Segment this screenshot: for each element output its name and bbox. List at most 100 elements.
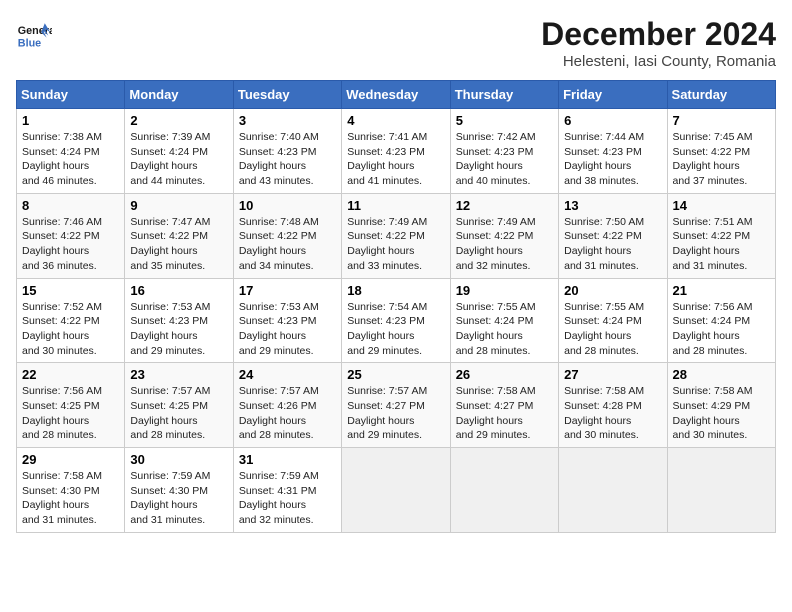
day-info: Sunrise: 7:54 AMSunset: 4:23 PMDaylight … — [347, 301, 427, 357]
day-info: Sunrise: 7:56 AMSunset: 4:24 PMDaylight … — [673, 301, 753, 357]
day-info: Sunrise: 7:55 AMSunset: 4:24 PMDaylight … — [456, 301, 536, 357]
day-info: Sunrise: 7:38 AMSunset: 4:24 PMDaylight … — [22, 131, 102, 187]
day-number: 19 — [456, 283, 553, 298]
day-info: Sunrise: 7:42 AMSunset: 4:23 PMDaylight … — [456, 131, 536, 187]
calendar-cell — [559, 448, 667, 533]
calendar-cell: 1 Sunrise: 7:38 AMSunset: 4:24 PMDayligh… — [17, 109, 125, 194]
day-number: 6 — [564, 113, 661, 128]
calendar-cell: 25 Sunrise: 7:57 AMSunset: 4:27 PMDaylig… — [342, 363, 450, 448]
day-number: 28 — [673, 367, 770, 382]
calendar-header-sunday: Sunday — [17, 81, 125, 109]
calendar-cell: 10 Sunrise: 7:48 AMSunset: 4:22 PMDaylig… — [233, 193, 341, 278]
calendar-week-row: 22 Sunrise: 7:56 AMSunset: 4:25 PMDaylig… — [17, 363, 776, 448]
calendar-cell: 22 Sunrise: 7:56 AMSunset: 4:25 PMDaylig… — [17, 363, 125, 448]
logo-icon: General Blue — [16, 16, 52, 52]
day-info: Sunrise: 7:59 AMSunset: 4:31 PMDaylight … — [239, 470, 319, 526]
day-info: Sunrise: 7:58 AMSunset: 4:28 PMDaylight … — [564, 385, 644, 441]
day-number: 12 — [456, 198, 553, 213]
day-info: Sunrise: 7:53 AMSunset: 4:23 PMDaylight … — [130, 301, 210, 357]
calendar-cell: 19 Sunrise: 7:55 AMSunset: 4:24 PMDaylig… — [450, 278, 558, 363]
day-info: Sunrise: 7:46 AMSunset: 4:22 PMDaylight … — [22, 216, 102, 272]
day-number: 14 — [673, 198, 770, 213]
day-info: Sunrise: 7:47 AMSunset: 4:22 PMDaylight … — [130, 216, 210, 272]
day-number: 2 — [130, 113, 227, 128]
calendar-cell: 31 Sunrise: 7:59 AMSunset: 4:31 PMDaylig… — [233, 448, 341, 533]
page-title: December 2024 — [541, 16, 776, 53]
calendar-cell: 30 Sunrise: 7:59 AMSunset: 4:30 PMDaylig… — [125, 448, 233, 533]
day-info: Sunrise: 7:49 AMSunset: 4:22 PMDaylight … — [456, 216, 536, 272]
day-number: 22 — [22, 367, 119, 382]
calendar-cell: 13 Sunrise: 7:50 AMSunset: 4:22 PMDaylig… — [559, 193, 667, 278]
calendar-cell: 14 Sunrise: 7:51 AMSunset: 4:22 PMDaylig… — [667, 193, 775, 278]
calendar-cell — [450, 448, 558, 533]
day-info: Sunrise: 7:51 AMSunset: 4:22 PMDaylight … — [673, 216, 753, 272]
day-number: 29 — [22, 452, 119, 467]
calendar-cell: 5 Sunrise: 7:42 AMSunset: 4:23 PMDayligh… — [450, 109, 558, 194]
title-area: December 2024 Helesteni, Iasi County, Ro… — [541, 16, 776, 70]
calendar-cell: 16 Sunrise: 7:53 AMSunset: 4:23 PMDaylig… — [125, 278, 233, 363]
calendar-cell: 15 Sunrise: 7:52 AMSunset: 4:22 PMDaylig… — [17, 278, 125, 363]
calendar-header-monday: Monday — [125, 81, 233, 109]
day-info: Sunrise: 7:58 AMSunset: 4:29 PMDaylight … — [673, 385, 753, 441]
calendar-cell: 2 Sunrise: 7:39 AMSunset: 4:24 PMDayligh… — [125, 109, 233, 194]
calendar-cell: 24 Sunrise: 7:57 AMSunset: 4:26 PMDaylig… — [233, 363, 341, 448]
day-info: Sunrise: 7:45 AMSunset: 4:22 PMDaylight … — [673, 131, 753, 187]
calendar-cell: 12 Sunrise: 7:49 AMSunset: 4:22 PMDaylig… — [450, 193, 558, 278]
day-info: Sunrise: 7:57 AMSunset: 4:27 PMDaylight … — [347, 385, 427, 441]
calendar-header-saturday: Saturday — [667, 81, 775, 109]
day-info: Sunrise: 7:40 AMSunset: 4:23 PMDaylight … — [239, 131, 319, 187]
calendar-header-thursday: Thursday — [450, 81, 558, 109]
calendar-cell: 20 Sunrise: 7:55 AMSunset: 4:24 PMDaylig… — [559, 278, 667, 363]
day-number: 31 — [239, 452, 336, 467]
calendar-header-row: SundayMondayTuesdayWednesdayThursdayFrid… — [17, 81, 776, 109]
page-subtitle: Helesteni, Iasi County, Romania — [541, 53, 776, 70]
day-info: Sunrise: 7:44 AMSunset: 4:23 PMDaylight … — [564, 131, 644, 187]
calendar-cell: 28 Sunrise: 7:58 AMSunset: 4:29 PMDaylig… — [667, 363, 775, 448]
day-number: 8 — [22, 198, 119, 213]
day-number: 20 — [564, 283, 661, 298]
calendar-header-friday: Friday — [559, 81, 667, 109]
day-info: Sunrise: 7:59 AMSunset: 4:30 PMDaylight … — [130, 470, 210, 526]
calendar-week-row: 15 Sunrise: 7:52 AMSunset: 4:22 PMDaylig… — [17, 278, 776, 363]
calendar-cell — [342, 448, 450, 533]
day-number: 7 — [673, 113, 770, 128]
day-number: 13 — [564, 198, 661, 213]
day-info: Sunrise: 7:49 AMSunset: 4:22 PMDaylight … — [347, 216, 427, 272]
day-number: 25 — [347, 367, 444, 382]
calendar-cell: 29 Sunrise: 7:58 AMSunset: 4:30 PMDaylig… — [17, 448, 125, 533]
day-number: 10 — [239, 198, 336, 213]
day-number: 9 — [130, 198, 227, 213]
calendar-cell: 7 Sunrise: 7:45 AMSunset: 4:22 PMDayligh… — [667, 109, 775, 194]
day-number: 24 — [239, 367, 336, 382]
calendar-cell: 17 Sunrise: 7:53 AMSunset: 4:23 PMDaylig… — [233, 278, 341, 363]
day-info: Sunrise: 7:56 AMSunset: 4:25 PMDaylight … — [22, 385, 102, 441]
day-number: 1 — [22, 113, 119, 128]
day-number: 3 — [239, 113, 336, 128]
day-info: Sunrise: 7:57 AMSunset: 4:26 PMDaylight … — [239, 385, 319, 441]
calendar-cell: 8 Sunrise: 7:46 AMSunset: 4:22 PMDayligh… — [17, 193, 125, 278]
calendar-cell: 27 Sunrise: 7:58 AMSunset: 4:28 PMDaylig… — [559, 363, 667, 448]
calendar-cell: 21 Sunrise: 7:56 AMSunset: 4:24 PMDaylig… — [667, 278, 775, 363]
calendar-week-row: 1 Sunrise: 7:38 AMSunset: 4:24 PMDayligh… — [17, 109, 776, 194]
calendar-header-tuesday: Tuesday — [233, 81, 341, 109]
calendar-table: SundayMondayTuesdayWednesdayThursdayFrid… — [16, 80, 776, 533]
day-number: 16 — [130, 283, 227, 298]
calendar-cell: 23 Sunrise: 7:57 AMSunset: 4:25 PMDaylig… — [125, 363, 233, 448]
day-number: 23 — [130, 367, 227, 382]
calendar-week-row: 29 Sunrise: 7:58 AMSunset: 4:30 PMDaylig… — [17, 448, 776, 533]
calendar-cell: 6 Sunrise: 7:44 AMSunset: 4:23 PMDayligh… — [559, 109, 667, 194]
calendar-cell: 11 Sunrise: 7:49 AMSunset: 4:22 PMDaylig… — [342, 193, 450, 278]
day-info: Sunrise: 7:39 AMSunset: 4:24 PMDaylight … — [130, 131, 210, 187]
day-number: 17 — [239, 283, 336, 298]
day-number: 4 — [347, 113, 444, 128]
calendar-week-row: 8 Sunrise: 7:46 AMSunset: 4:22 PMDayligh… — [17, 193, 776, 278]
day-number: 30 — [130, 452, 227, 467]
day-info: Sunrise: 7:55 AMSunset: 4:24 PMDaylight … — [564, 301, 644, 357]
day-number: 21 — [673, 283, 770, 298]
header: General Blue December 2024 Helesteni, Ia… — [16, 16, 776, 70]
calendar-cell: 3 Sunrise: 7:40 AMSunset: 4:23 PMDayligh… — [233, 109, 341, 194]
day-info: Sunrise: 7:58 AMSunset: 4:27 PMDaylight … — [456, 385, 536, 441]
day-number: 15 — [22, 283, 119, 298]
day-info: Sunrise: 7:58 AMSunset: 4:30 PMDaylight … — [22, 470, 102, 526]
svg-text:Blue: Blue — [18, 38, 41, 50]
